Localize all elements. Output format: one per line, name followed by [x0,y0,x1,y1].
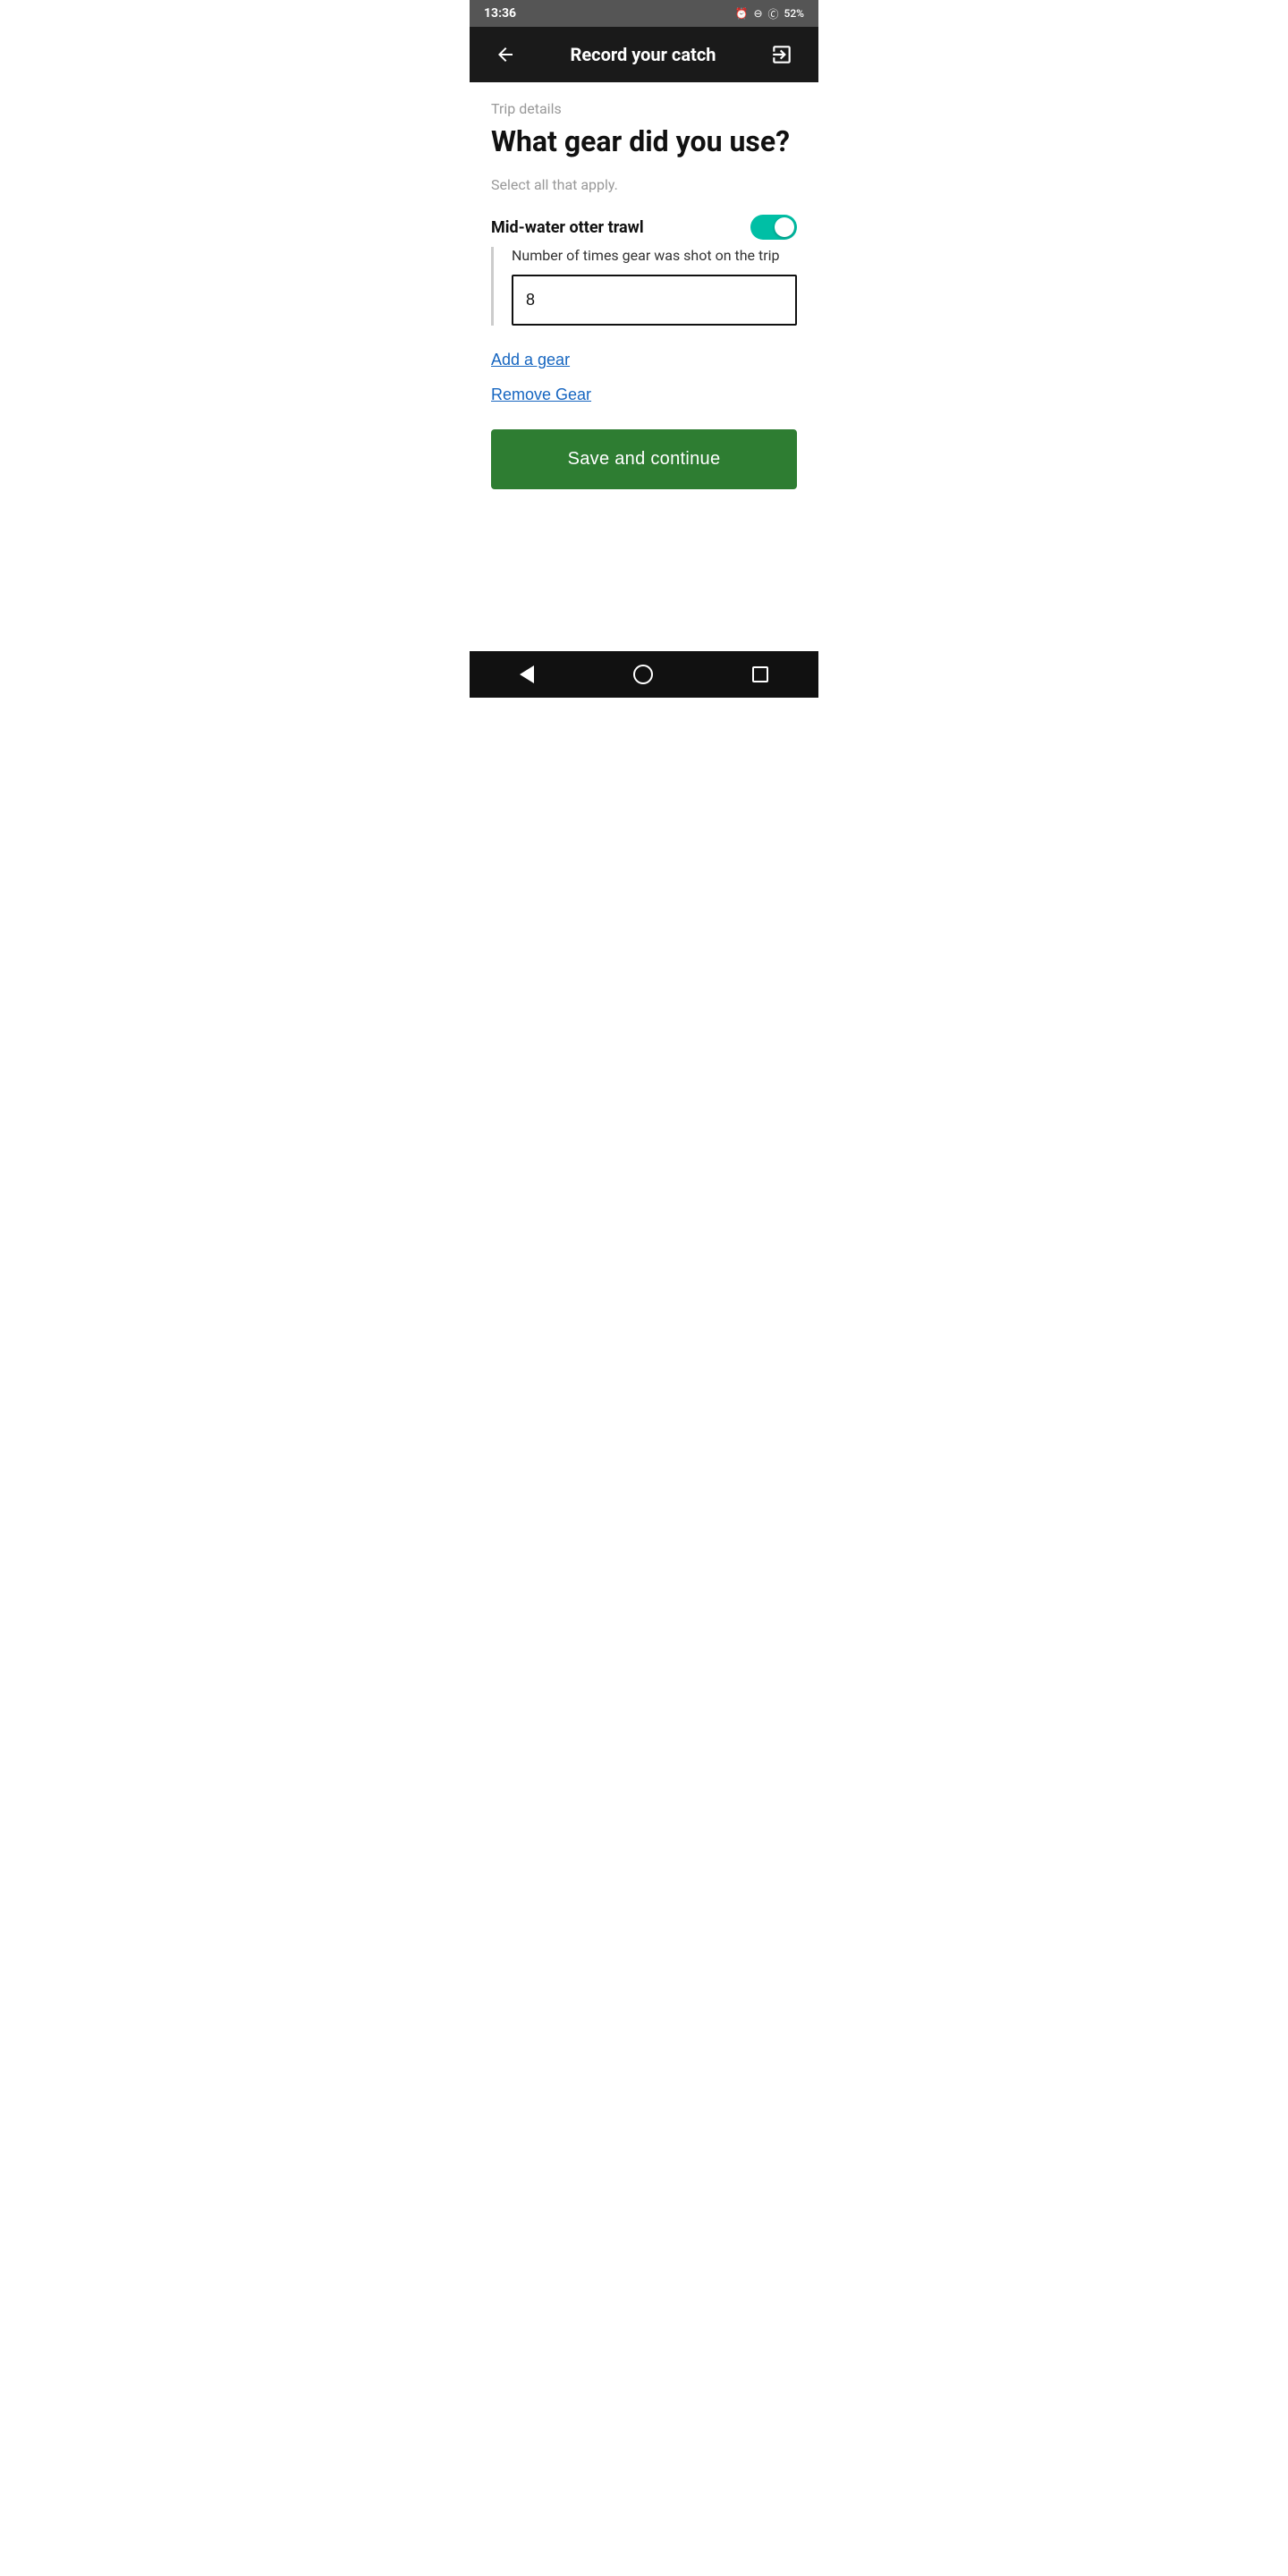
nav-home-button[interactable] [612,656,674,693]
nav-back-button[interactable] [498,657,555,692]
gear-details-section: Number of times gear was shot on the tri… [491,247,797,326]
back-button[interactable] [487,37,523,72]
save-continue-button[interactable]: Save and continue [491,429,797,489]
battery-icon: 52% [784,7,804,20]
dnd-icon: ⊖ [753,7,762,20]
status-time: 13:36 [484,6,516,21]
remove-gear-link[interactable]: Remove Gear [491,386,591,404]
app-bar-title: Record your catch [571,44,716,65]
gear-toggle[interactable] [750,215,797,240]
toggle-thumb [775,217,794,237]
status-icons: ⏰ ⊖ 🄫 52% [734,6,804,21]
gear-detail-label: Number of times gear was shot on the tri… [512,247,797,264]
nav-home-icon [633,665,653,684]
back-arrow-icon [495,44,516,65]
gear-toggle-row: Mid-water otter trawl [491,215,797,240]
section-label: Trip details [491,100,797,117]
main-content: Trip details What gear did you use? Sele… [470,82,818,651]
gear-name: Mid-water otter trawl [491,218,644,237]
status-bar: 13:36 ⏰ ⊖ 🄫 52% [470,0,818,27]
toggle-track[interactable] [750,215,797,240]
action-links: Add a gear Remove Gear [491,351,797,404]
nav-recent-icon [752,666,768,682]
app-bar: Record your catch [470,27,818,82]
gear-shots-input[interactable] [512,275,797,326]
select-all-label: Select all that apply. [491,176,797,193]
logout-icon [770,43,793,66]
nav-back-icon [520,665,534,683]
page-heading: What gear did you use? [491,124,797,158]
nav-recent-button[interactable] [731,657,790,691]
add-gear-link[interactable]: Add a gear [491,351,570,369]
alarm-icon: ⏰ [734,7,748,20]
signal-icon: 🄫 [768,6,779,21]
bottom-nav [470,651,818,698]
logout-button[interactable] [763,36,801,73]
